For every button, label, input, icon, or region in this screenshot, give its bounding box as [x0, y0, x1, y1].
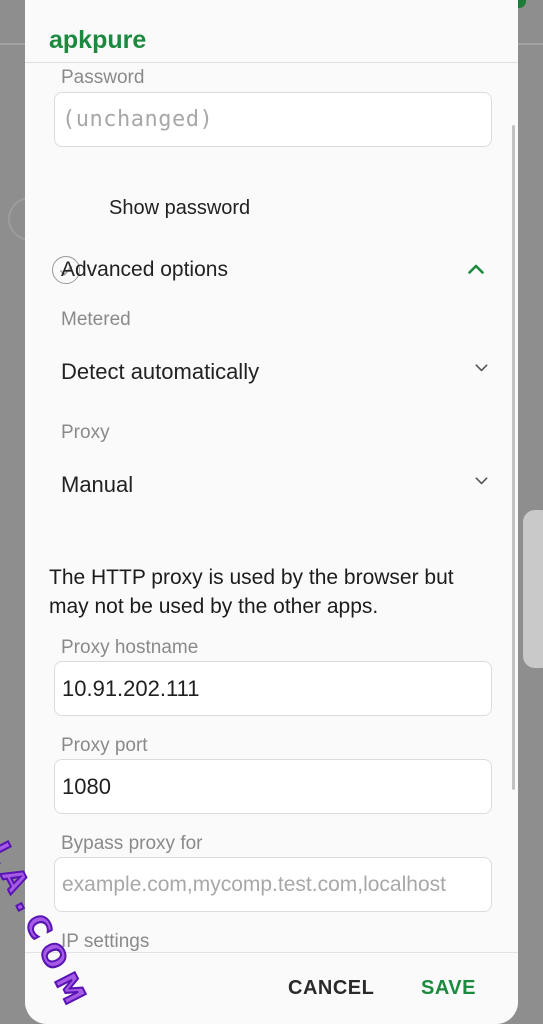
- bypass-proxy-label: Bypass proxy for: [61, 833, 203, 854]
- cancel-button[interactable]: CANCEL: [288, 977, 374, 1000]
- proxy-dropdown[interactable]: Manual: [61, 472, 133, 498]
- proxy-port-value: 1080: [62, 773, 111, 799]
- show-password-label[interactable]: Show password: [109, 197, 250, 220]
- metered-label: Metered: [61, 309, 131, 330]
- bypass-proxy-field[interactable]: example.com,mycomp.test.com,localhost: [54, 857, 492, 912]
- footer-divider-line: [25, 952, 518, 953]
- proxy-hostname-value: 10.91.202.111: [62, 675, 200, 701]
- background-scroll-handle: [523, 510, 543, 668]
- proxy-label: Proxy: [61, 422, 110, 443]
- network-name: apkpure: [49, 26, 147, 54]
- proxy-port-label: Proxy port: [61, 735, 148, 756]
- password-placeholder: (unchanged): [62, 107, 214, 132]
- ip-settings-label: IP settings: [61, 931, 150, 952]
- save-button[interactable]: SAVE: [421, 977, 476, 1000]
- scrollbar[interactable]: [512, 125, 515, 790]
- wifi-edit-dialog: apkpure Password (unchanged) Show passwo…: [25, 0, 518, 1024]
- metered-dropdown[interactable]: Detect automatically: [61, 359, 259, 385]
- bypass-proxy-placeholder: example.com,mycomp.test.com,localhost: [62, 872, 446, 896]
- proxy-hostname-field[interactable]: 10.91.202.111: [54, 661, 492, 716]
- chevron-down-icon[interactable]: [475, 364, 488, 372]
- proxy-note: The HTTP proxy is used by the browser bu…: [49, 566, 454, 618]
- dialog-scroll-area[interactable]: Password (unchanged) Show password Advan…: [25, 63, 518, 953]
- password-field[interactable]: (unchanged): [54, 92, 492, 147]
- proxy-port-field[interactable]: 1080: [54, 759, 492, 814]
- proxy-hostname-label: Proxy hostname: [61, 637, 199, 658]
- advanced-options-label[interactable]: Advanced options: [61, 258, 228, 282]
- password-label: Password: [61, 67, 145, 88]
- chevron-down-icon[interactable]: [475, 477, 488, 485]
- chevron-up-icon[interactable]: [468, 264, 484, 274]
